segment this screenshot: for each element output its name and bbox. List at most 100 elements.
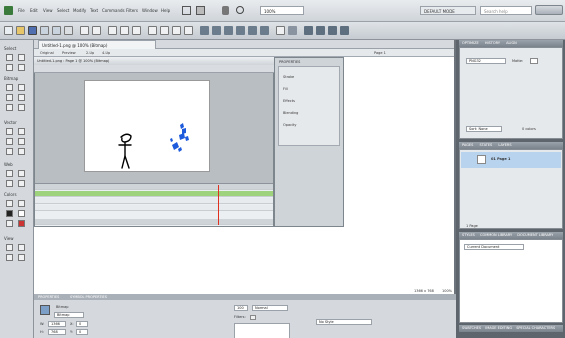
- x-input[interactable]: 0: [76, 321, 88, 327]
- export-icon[interactable]: [52, 26, 61, 35]
- layer-row-3[interactable]: [35, 205, 273, 211]
- save-icon[interactable]: [28, 26, 37, 35]
- open-icon[interactable]: [16, 26, 25, 35]
- full-screen-icon[interactable]: [18, 244, 25, 251]
- tab-optimize[interactable]: OPTIMIZE: [462, 41, 479, 45]
- width-input[interactable]: 1366: [48, 321, 66, 327]
- paint-bucket-icon[interactable]: [18, 200, 25, 207]
- layer-row-1[interactable]: [35, 191, 273, 197]
- prop-effects[interactable]: Effects: [283, 99, 295, 103]
- fill-color-swatch[interactable]: [18, 210, 25, 217]
- zoom-tool-icon[interactable]: [18, 254, 25, 261]
- paste-icon[interactable]: [132, 26, 141, 35]
- tab-pages[interactable]: PAGES: [462, 143, 473, 147]
- tab-states[interactable]: STATES: [480, 143, 493, 147]
- hide-slices-icon[interactable]: [6, 180, 13, 187]
- window-controls[interactable]: [535, 5, 563, 15]
- prop-stroke[interactable]: Stroke: [283, 75, 294, 79]
- print-icon[interactable]: [64, 26, 73, 35]
- crop-icon[interactable]: [18, 64, 25, 71]
- menu-help[interactable]: Help: [161, 8, 170, 13]
- brush-icon[interactable]: [18, 94, 25, 101]
- bottom-zoom[interactable]: 100%: [442, 289, 452, 293]
- magic-wand-icon[interactable]: [6, 94, 13, 101]
- tab-styles[interactable]: STYLES: [462, 233, 475, 237]
- pen-icon[interactable]: [18, 128, 25, 135]
- prop-fill[interactable]: Fill: [283, 87, 288, 91]
- y-input[interactable]: 0: [76, 329, 88, 335]
- view-4up-tab[interactable]: 4-Up: [102, 51, 110, 55]
- playhead[interactable]: [218, 185, 219, 225]
- tab-image-editing[interactable]: IMAGE EDITING: [485, 326, 512, 330]
- grid-icon[interactable]: [182, 6, 191, 15]
- align-bottom-icon[interactable]: [260, 26, 269, 35]
- menu-edit[interactable]: Edit: [30, 8, 38, 13]
- arrange-icon[interactable]: [328, 26, 337, 35]
- blend-mode-select[interactable]: Normal: [252, 305, 288, 311]
- tab-document-library[interactable]: DOCUMENT LIBRARY: [517, 233, 553, 237]
- eyedropper-icon[interactable]: [6, 200, 13, 207]
- subselect-icon[interactable]: [18, 54, 25, 61]
- align-middle-icon[interactable]: [248, 26, 257, 35]
- hand-icon[interactable]: [222, 6, 229, 15]
- freeform-icon[interactable]: [6, 148, 13, 155]
- align-center-icon[interactable]: [212, 26, 221, 35]
- add-filter-button[interactable]: [250, 315, 256, 320]
- undo-icon[interactable]: [80, 26, 89, 35]
- text-icon[interactable]: [18, 138, 25, 145]
- tab-common-library[interactable]: COMMON LIBRARY: [480, 233, 512, 237]
- ungroup-icon[interactable]: [160, 26, 169, 35]
- lasso-icon[interactable]: [18, 84, 25, 91]
- optimize-panel-tabs[interactable]: OPTIMIZE HISTORY ALIGN: [459, 40, 563, 47]
- help-search-input[interactable]: Search help: [480, 6, 532, 15]
- matte-swatch[interactable]: [530, 58, 538, 64]
- rotate-icon[interactable]: [276, 26, 285, 35]
- canvas[interactable]: [84, 80, 210, 172]
- redo-icon[interactable]: [92, 26, 101, 35]
- align-top-icon[interactable]: [236, 26, 245, 35]
- eraser-icon[interactable]: [18, 104, 25, 111]
- distribute-icon[interactable]: [340, 26, 349, 35]
- tab-layers[interactable]: LAYERS: [498, 143, 511, 147]
- swap-colors-icon[interactable]: [18, 220, 25, 227]
- layout-icon[interactable]: [196, 6, 205, 15]
- styles-panel-tabs[interactable]: STYLES COMMON LIBRARY DOCUMENT LIBRARY: [459, 232, 563, 239]
- pencil-icon[interactable]: [6, 104, 13, 111]
- export-format-select[interactable]: PNG32: [466, 58, 506, 64]
- opacity-input[interactable]: 100: [234, 305, 248, 311]
- workspace-switcher[interactable]: DEFAULT MODE: [420, 6, 476, 15]
- default-colors-icon[interactable]: [6, 220, 13, 227]
- align-right-icon[interactable]: [224, 26, 233, 35]
- menu-window[interactable]: Window: [142, 8, 158, 13]
- view-original-tab[interactable]: Original: [40, 51, 54, 55]
- height-input[interactable]: 768: [48, 329, 66, 335]
- view-preview-tab[interactable]: Preview: [62, 51, 76, 55]
- stroke-color-swatch[interactable]: [6, 210, 13, 217]
- floating-window-title[interactable]: Untitled-1.png : Page 1 @ 100% (Bitmap): [34, 57, 274, 65]
- group-icon[interactable]: [148, 26, 157, 35]
- hotspot-icon[interactable]: [6, 170, 13, 177]
- new-icon[interactable]: [4, 26, 13, 35]
- object-name-input[interactable]: Bitmap: [54, 312, 84, 318]
- join-icon[interactable]: [172, 26, 181, 35]
- tab-symbol-properties[interactable]: SYMBOL PROPERTIES: [70, 295, 107, 299]
- menu-modify[interactable]: Modify: [73, 8, 86, 13]
- copy-icon[interactable]: [120, 26, 129, 35]
- document-tab[interactable]: Untitled-1.png @ 100% (Bitmap): [38, 40, 156, 49]
- hand-tool-icon[interactable]: [6, 254, 13, 261]
- style-select[interactable]: No Style: [316, 319, 372, 325]
- view-2up-tab[interactable]: 2-Up: [86, 51, 94, 55]
- menu-view[interactable]: View: [43, 8, 53, 13]
- line-icon[interactable]: [6, 128, 13, 135]
- tab-properties[interactable]: PROPERTIES: [38, 295, 59, 299]
- knife-icon[interactable]: [18, 148, 25, 155]
- zoom-select[interactable]: 100%: [260, 6, 304, 15]
- layer-row-2[interactable]: [35, 198, 273, 204]
- slice-icon[interactable]: [18, 170, 25, 177]
- menu-text[interactable]: Text: [90, 8, 98, 13]
- show-slices-icon[interactable]: [18, 180, 25, 187]
- flip-icon[interactable]: [288, 26, 297, 35]
- tab-history[interactable]: HISTORY: [485, 41, 500, 45]
- marquee-icon[interactable]: [6, 84, 13, 91]
- zoom-icon[interactable]: [236, 6, 244, 14]
